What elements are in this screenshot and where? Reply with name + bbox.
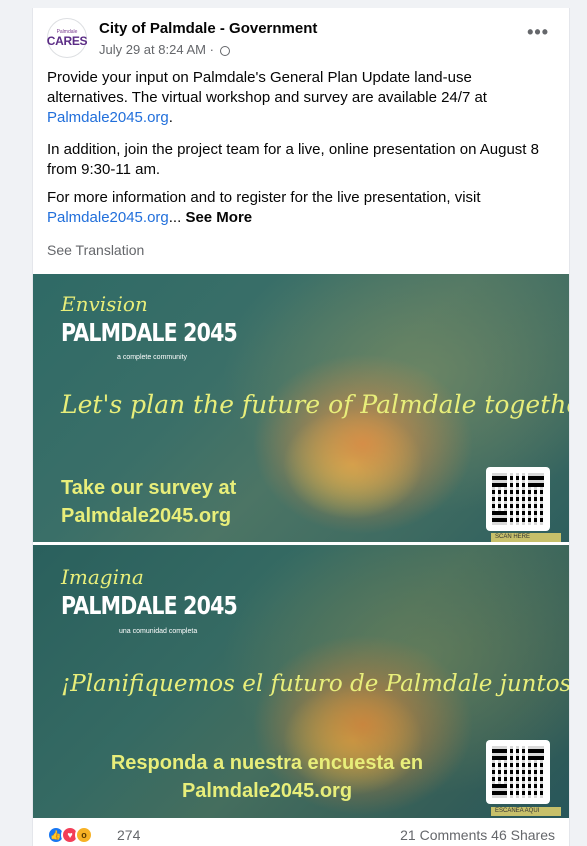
reactions[interactable]: 👍 ♥ o xyxy=(47,826,93,844)
globe-icon xyxy=(219,46,230,56)
banner-cta: Take our survey at Palmdale2045.org xyxy=(61,474,236,530)
banner-slogan: ¡Planifiquemos el futuro de Palmdale jun… xyxy=(61,671,569,697)
banner-title: PALMDALE 2045 xyxy=(61,318,238,347)
banner-script-word: Imagina xyxy=(61,565,144,589)
post-meta: July 29 at 8:24 AM · xyxy=(99,42,230,57)
page-avatar[interactable]: Palmdale CARES xyxy=(46,18,88,58)
meta-separator: · xyxy=(209,42,214,57)
more-options-icon[interactable]: ••• xyxy=(527,22,549,43)
website-link-1[interactable]: Palmdale2045.org xyxy=(47,109,169,126)
banner-cta-line-2: Palmdale2045.org xyxy=(181,780,353,802)
post-stats: 21 Comments 46 Shares xyxy=(400,827,555,843)
banner-image-english[interactable]: Envision PALMDALE 2045 a complete commun… xyxy=(33,274,569,542)
scan-label: SCAN HERE xyxy=(491,533,561,542)
website-link-2[interactable]: Palmdale2045.org xyxy=(47,209,169,226)
paragraph-3-text: For more information and to register for… xyxy=(47,189,481,206)
post-timestamp[interactable]: July 29 at 8:24 AM xyxy=(99,42,206,57)
post-paragraph-2: In addition, join the project team for a… xyxy=(47,141,539,178)
post-footer: 👍 ♥ o 274 21 Comments 46 Shares xyxy=(47,826,555,846)
post-paragraph-3: For more information and to register for… xyxy=(47,188,547,228)
avatar-logo-text: CARES xyxy=(46,34,88,48)
banner-cta-line-1: Take our survey at xyxy=(61,477,237,499)
qr-code-icon xyxy=(486,467,550,531)
see-translation-link[interactable]: See Translation xyxy=(47,242,144,258)
post-paragraph-1: Provide your input on Palmdale's General… xyxy=(47,68,547,128)
shares-count[interactable]: 46 Shares xyxy=(491,827,555,843)
facebook-post-card: Palmdale CARES City of Palmdale - Govern… xyxy=(32,8,570,846)
comments-count[interactable]: 21 Comments xyxy=(400,827,487,843)
banner-title: PALMDALE 2045 xyxy=(61,591,238,620)
paragraph-1-end: . xyxy=(168,109,173,126)
reaction-count[interactable]: 274 xyxy=(117,827,140,843)
banner-image-spanish[interactable]: Imagina PALMDALE 2045 una comunidad comp… xyxy=(33,545,569,818)
banner-tagline: a complete community xyxy=(117,354,188,361)
banner-cta-line-2: Palmdale2045.org xyxy=(61,505,232,527)
banner-slogan: Let's plan the future of Palmdale togeth… xyxy=(61,390,569,419)
paragraph-3-ellipsis: ... xyxy=(168,209,186,226)
qr-code-icon xyxy=(486,740,550,804)
banner-cta: Responda a nuestra encuesta en Palmdale2… xyxy=(67,749,467,805)
banner-script-word: Envision xyxy=(61,292,148,316)
scan-label: ESCANEA AQUI xyxy=(491,807,561,816)
banner-cta-line-1: Responda a nuestra encuesta en xyxy=(110,752,424,774)
see-more-button[interactable]: See More xyxy=(185,209,252,226)
page-name-link[interactable]: City of Palmdale - Government xyxy=(99,20,317,37)
wow-reaction-icon: o xyxy=(75,826,93,844)
banner-tagline: una comunidad completa xyxy=(119,628,198,635)
paragraph-1-text: Provide your input on Palmdale's General… xyxy=(47,69,487,106)
